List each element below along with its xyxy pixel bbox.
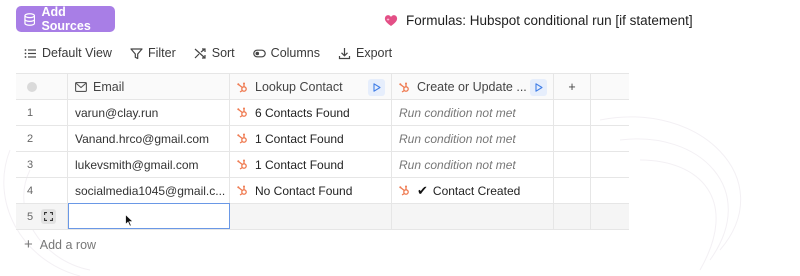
columns-label: Columns <box>270 46 320 60</box>
hubspot-icon <box>237 133 247 144</box>
default-view-label: Default View <box>42 46 112 60</box>
row-number-cell: 5 <box>16 204 68 229</box>
column-header-label: Create or Update ... <box>417 80 527 94</box>
database-icon <box>24 12 36 26</box>
empty-cell <box>554 178 591 203</box>
run-column-button[interactable] <box>530 79 547 96</box>
create-update-cell[interactable]: ✔ Contact Created <box>392 178 554 203</box>
lookup-result: 1 Contact Found <box>255 157 344 172</box>
plus-icon: + <box>24 236 33 253</box>
column-header-lookup-contact[interactable]: Lookup Contact <box>230 74 392 100</box>
table-title[interactable]: Formulas: Hubspot conditional run [if st… <box>384 10 693 30</box>
hubspot-icon <box>237 82 247 93</box>
empty-header-cell <box>591 74 629 100</box>
lookup-contact-cell[interactable]: 1 Contact Found <box>230 126 392 151</box>
column-header-label: Lookup Contact <box>255 80 343 94</box>
create-update-cell[interactable]: Run condition not met <box>392 100 554 125</box>
table-row[interactable]: 1 varun@clay.run 6 Contacts Found Run co… <box>16 100 629 126</box>
lookup-result: No Contact Found <box>255 183 353 198</box>
empty-cell <box>591 152 629 177</box>
empty-cell <box>591 204 629 229</box>
table-row[interactable]: 2 Vanand.hrco@gmail.com 1 Contact Found … <box>16 126 629 152</box>
column-header-email[interactable]: Email <box>68 74 230 100</box>
filter-icon <box>130 47 143 59</box>
create-update-cell[interactable]: Run condition not met <box>392 126 554 151</box>
row-number: 5 <box>27 210 34 223</box>
lookup-contact-cell[interactable]: No Contact Found <box>230 178 392 203</box>
empty-cell <box>554 126 591 151</box>
play-icon <box>372 83 381 92</box>
lookup-result: 6 Contacts Found <box>255 105 350 120</box>
row-number: 1 <box>16 100 68 125</box>
expand-row-button[interactable] <box>41 209 57 224</box>
create-update-cell[interactable]: Run condition not met <box>392 152 554 177</box>
table-title-text: Formulas: Hubspot conditional run [if st… <box>406 12 693 28</box>
export-button[interactable]: Export <box>338 46 392 60</box>
empty-cell[interactable] <box>392 204 554 229</box>
add-row-label: Add a row <box>39 237 97 252</box>
selected-email-cell[interactable] <box>68 203 230 229</box>
plus-icon: + <box>568 80 576 94</box>
add-row-button[interactable]: + Add a row <box>24 236 96 253</box>
empty-cell <box>591 126 629 151</box>
add-sources-button[interactable]: Add Sources <box>16 5 115 33</box>
list-icon <box>24 48 36 58</box>
expand-icon <box>44 212 54 221</box>
empty-cell <box>591 178 629 203</box>
sort-button[interactable]: Sort <box>194 46 235 60</box>
run-column-button[interactable] <box>368 79 385 96</box>
row-number: 2 <box>16 126 68 151</box>
lookup-result: 1 Contact Found <box>255 131 344 146</box>
mouse-cursor-icon <box>125 214 134 227</box>
add-column-button[interactable]: + <box>554 74 591 100</box>
table-row[interactable]: 4 socialmedia1045@gmail.c... No Contact … <box>16 178 629 204</box>
empty-cell[interactable] <box>230 204 392 229</box>
add-sources-label: Add Sources <box>41 5 91 33</box>
hubspot-icon <box>237 185 247 196</box>
sort-label: Sort <box>211 46 235 60</box>
hubspot-icon <box>237 107 247 118</box>
hubspot-icon <box>399 82 409 93</box>
email-cell[interactable]: lukevsmith@gmail.com <box>68 152 230 177</box>
column-header-label: Email <box>93 80 125 94</box>
email-cell[interactable]: socialmedia1045@gmail.c... <box>68 178 230 203</box>
checkmark-icon: ✔ <box>417 182 428 198</box>
shuffle-icon <box>194 47 206 59</box>
filter-label: Filter <box>147 46 176 60</box>
hubspot-icon <box>237 159 247 170</box>
row-number: 4 <box>16 178 68 203</box>
select-all-checkbox[interactable] <box>27 82 37 92</box>
toggle-icon <box>252 49 266 57</box>
lookup-contact-cell[interactable]: 6 Contacts Found <box>230 100 392 125</box>
empty-cell <box>554 100 591 125</box>
email-cell[interactable]: Vanand.hrco@gmail.com <box>68 126 230 151</box>
columns-button[interactable]: Columns <box>252 46 320 60</box>
new-table-row[interactable]: 5 <box>16 203 629 230</box>
hubspot-icon <box>399 185 409 196</box>
column-header-create-or-update[interactable]: Create or Update ... <box>392 74 554 100</box>
row-number: 3 <box>16 152 68 177</box>
lookup-contact-cell[interactable]: 1 Contact Found <box>230 152 392 177</box>
select-all-cell[interactable] <box>16 74 68 100</box>
mail-icon <box>75 82 87 92</box>
create-update-result: Contact Created <box>432 183 521 198</box>
play-icon <box>534 83 543 92</box>
sparkling-heart-icon <box>384 14 398 26</box>
table-row[interactable]: 3 lukevsmith@gmail.com 1 Contact Found R… <box>16 152 629 178</box>
filter-button[interactable]: Filter <box>130 46 176 60</box>
email-cell[interactable]: varun@clay.run <box>68 100 230 125</box>
table-header-row: Email Lookup Contact Create or Update ..… <box>16 73 629 100</box>
export-label: Export <box>356 46 393 60</box>
toolbar: Default View Filter Sort Columns Export <box>24 44 410 62</box>
download-icon <box>338 47 351 59</box>
default-view-button[interactable]: Default View <box>24 46 112 60</box>
empty-cell <box>591 100 629 125</box>
empty-cell <box>554 204 591 229</box>
empty-cell <box>554 152 591 177</box>
